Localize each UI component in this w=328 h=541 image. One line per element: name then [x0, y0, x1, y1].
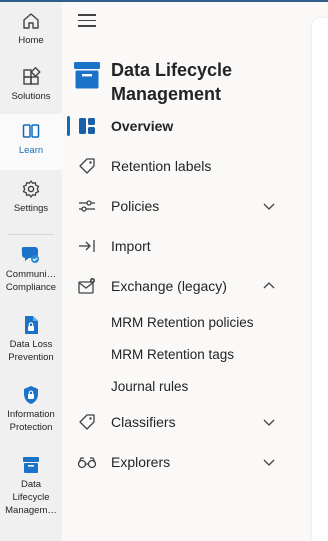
settings-icon — [21, 176, 41, 202]
rail-item-solutions[interactable]: Solutions — [0, 64, 62, 116]
rail-label: Data Lifecycle Managem… — [5, 479, 57, 516]
nav-item-import[interactable]: Import — [62, 226, 310, 266]
rail-label: Communi… Compliance — [5, 269, 57, 293]
main-content-panel — [312, 18, 328, 541]
rail-item-communication-compliance[interactable]: Communi… Compliance — [0, 242, 62, 300]
chevron-up-icon[interactable] — [262, 279, 276, 293]
rail-label: Learn — [18, 145, 44, 156]
rail-label: Information Protection — [7, 409, 55, 433]
classifiers-icon — [76, 411, 98, 433]
nav-item-exchange-legacy[interactable]: Exchange (legacy) — [62, 266, 310, 306]
hamburger-menu-icon[interactable] — [78, 14, 96, 28]
nav-item-label: Import — [111, 238, 151, 254]
rail-label: Solutions — [11, 91, 51, 102]
rail-label: Home — [18, 35, 44, 46]
nav-pane: Data Lifecycle Management Overview Reten… — [62, 2, 310, 541]
nav-item-overview[interactable]: Overview — [62, 106, 310, 146]
chevron-down-icon[interactable] — [262, 455, 276, 469]
home-icon — [21, 8, 41, 34]
rail-item-information-protection[interactable]: Information Protection — [0, 382, 62, 440]
data-lifecycle-icon — [21, 452, 41, 478]
tag-icon — [76, 155, 98, 177]
nav-item-label: Classifiers — [111, 414, 176, 430]
nav-subitem-mrm-retention-tags[interactable]: MRM Retention tags — [62, 338, 310, 370]
chevron-down-icon[interactable] — [262, 415, 276, 429]
rail-label: Data Loss Prevention — [8, 339, 54, 363]
chevron-down-icon[interactable] — [262, 199, 276, 213]
rail-item-learn[interactable]: Learn — [0, 114, 62, 170]
rail-divider — [8, 234, 54, 235]
rail-item-data-lifecycle-management[interactable]: Data Lifecycle Managem… — [0, 452, 62, 526]
selection-indicator — [67, 116, 70, 136]
app-header: Data Lifecycle Management — [74, 58, 261, 106]
nav-item-explorers[interactable]: Explorers — [62, 442, 310, 482]
rail-item-data-loss-prevention[interactable]: Data Loss Prevention — [0, 312, 62, 370]
data-loss-prevention-icon — [20, 312, 42, 338]
nav-item-classifiers[interactable]: Classifiers — [62, 402, 310, 442]
nav-subitem-journal-rules[interactable]: Journal rules — [62, 370, 310, 402]
nav-item-label: Overview — [111, 118, 174, 134]
nav-item-label: MRM Retention tags — [111, 346, 235, 362]
policies-icon — [76, 195, 98, 217]
rail-item-settings[interactable]: Settings — [0, 176, 62, 228]
nav-item-label: MRM Retention policies — [111, 314, 254, 330]
import-icon — [76, 235, 98, 257]
rail-item-home[interactable]: Home — [0, 8, 62, 60]
nav-item-label: Retention labels — [111, 158, 212, 174]
information-protection-icon — [20, 382, 42, 408]
page-title: Data Lifecycle Management — [111, 60, 233, 104]
solutions-icon — [21, 64, 41, 90]
rail-label: Settings — [13, 203, 49, 214]
nav-item-policies[interactable]: Policies — [62, 186, 310, 226]
nav-item-retention-labels[interactable]: Retention labels — [62, 146, 310, 186]
app-rail: Home Solutions Learn Settings Communi… C… — [0, 2, 62, 541]
learn-icon — [21, 118, 41, 144]
explorers-icon — [76, 451, 98, 473]
nav-subitem-mrm-retention-policies[interactable]: MRM Retention policies — [62, 306, 310, 338]
overview-icon — [76, 115, 98, 137]
nav-item-label: Explorers — [111, 454, 171, 470]
nav-item-label: Journal rules — [111, 378, 189, 394]
data-lifecycle-app-icon — [74, 62, 100, 90]
communication-compliance-icon — [20, 242, 42, 268]
nav-item-label: Exchange (legacy) — [111, 278, 227, 294]
exchange-icon — [76, 275, 98, 297]
nav-item-label: Policies — [111, 198, 160, 214]
